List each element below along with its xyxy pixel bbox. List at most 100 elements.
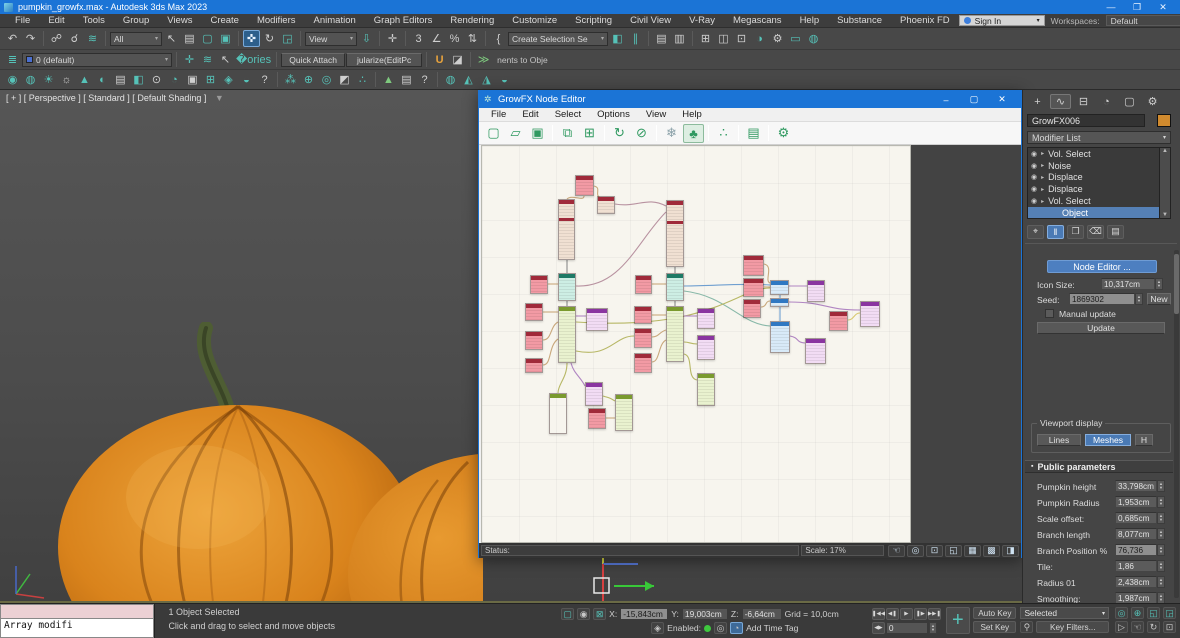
param-field-scale-offset-[interactable]: 0,685cm [1115, 512, 1157, 524]
graph-node-purple-31[interactable] [585, 382, 603, 406]
graph-node-teal-7[interactable] [666, 273, 684, 301]
save-icon[interactable]: ▣ [527, 124, 548, 143]
add-time-tag[interactable]: Add Time Tag [746, 623, 798, 633]
tab-hierarchy[interactable]: ⊟ [1073, 94, 1094, 109]
bind-spacewarp-icon[interactable]: ≋ [84, 30, 101, 47]
graph-node-tan-2[interactable] [597, 196, 615, 214]
close-button[interactable]: ✕ [1150, 2, 1176, 13]
param-field-radius-01[interactable]: 2,438cm [1115, 576, 1157, 588]
menu-graph-editors[interactable]: Graph Editors [365, 14, 442, 28]
next-frame-button[interactable]: ❚▶ [913, 608, 927, 620]
menu-animation[interactable]: Animation [305, 14, 365, 28]
graph-node-red-10[interactable] [743, 299, 761, 318]
y-coordinate-field[interactable]: 19,003cm [681, 608, 728, 620]
icon-size-field[interactable]: 10,317cm [1101, 278, 1155, 290]
vray-plane-icon[interactable]: ▲ [76, 71, 93, 88]
zoom-icon[interactable]: ◎ [1115, 607, 1128, 619]
percent-snap-icon[interactable]: % [446, 30, 463, 47]
stack-scrollbar[interactable]: ▲ ▼ [1159, 147, 1171, 219]
graph-node-red-32[interactable] [588, 408, 606, 429]
stack-item-vol-select[interactable]: ◉ ▸ Vol. Select [1028, 195, 1170, 207]
tab-utilities[interactable]: ⚙ [1142, 94, 1163, 109]
tab-display[interactable]: ▢ [1119, 94, 1140, 109]
dopesheet-icon[interactable]: ◎ [714, 622, 728, 634]
schematic-view-icon[interactable]: ⊡ [733, 30, 750, 47]
spinner-snap-icon[interactable]: ⇅ [464, 30, 481, 47]
seed-spinner[interactable]: ▲ ▼ [1135, 293, 1143, 305]
menu-views[interactable]: Views [158, 14, 201, 28]
param-field-branch-position-[interactable]: 76,736 [1115, 544, 1157, 556]
meshes-button[interactable]: Meshes [1085, 434, 1131, 446]
rotate-icon[interactable]: ↻ [261, 30, 278, 47]
phx-pot-icon[interactable]: ◒ [496, 71, 513, 88]
visibility-icon[interactable]: ◉ [1031, 197, 1037, 205]
visibility-icon[interactable]: ◉ [1031, 173, 1037, 181]
graph-node-tex-30[interactable] [549, 393, 567, 434]
param-spinner-radius-01[interactable]: ▲ ▼ [1157, 576, 1165, 588]
param-field-pumpkin-height[interactable]: 33,798cm [1115, 480, 1157, 492]
graph-nodes-icon[interactable]: ∴ [713, 124, 734, 143]
minimize-button[interactable]: — [1098, 2, 1124, 12]
graph-node-blue-13[interactable] [770, 321, 790, 353]
scene-explorer-icon[interactable]: ▤ [653, 30, 670, 47]
grow-list-icon[interactable]: ▤ [398, 71, 415, 88]
uvw-icon[interactable]: U [431, 51, 448, 68]
layer-stack-icon[interactable]: ≣ [4, 51, 21, 68]
graph-node-purple-16[interactable] [860, 301, 880, 327]
stack-item-vol-select[interactable]: ◉ ▸ Vol. Select [1028, 148, 1170, 160]
graph-node-red-21[interactable] [525, 358, 543, 373]
angle-snap-icon[interactable]: ∠ [428, 30, 445, 47]
stack-item-object[interactable]: Object [1028, 206, 1170, 218]
tree-view-icon[interactable]: ♣ [683, 123, 704, 143]
node-editor-button[interactable]: Node Editor ... [1047, 260, 1157, 273]
named-selection-dropdown[interactable]: Create Selection Se ▾ [508, 31, 608, 46]
set-key-button[interactable]: Set Key [973, 621, 1017, 633]
graph-node-red-8[interactable] [743, 255, 764, 276]
zoom-icon[interactable]: ◎ [907, 544, 924, 557]
ne-menu-view[interactable]: View [638, 108, 674, 122]
ne-menu-options[interactable]: Options [589, 108, 638, 122]
selection-lock-icon[interactable]: ◉ [577, 608, 591, 620]
vray-camera-lister-icon[interactable]: ◍ [22, 71, 39, 88]
graph-node-red-20[interactable] [525, 331, 543, 350]
panel-scrollbar[interactable] [1174, 250, 1179, 598]
expand-icon[interactable]: ▸ [1041, 174, 1044, 181]
sync-off-icon[interactable]: ⊘ [631, 124, 652, 143]
ne-close-button[interactable]: ✕ [988, 94, 1016, 105]
vray-camera-icon[interactable]: ◉ [4, 71, 21, 88]
pin-stack-icon[interactable]: ⌖ [1027, 224, 1044, 239]
zoom-extents-icon[interactable]: ◱ [1147, 607, 1160, 619]
select-layer-icon[interactable]: ↖ [217, 51, 234, 68]
mirror-icon[interactable]: ◧ [609, 30, 626, 47]
expand-icon[interactable]: ▸ [1041, 162, 1044, 169]
vray-denoise-icon[interactable]: ◈ [220, 71, 237, 88]
prev-frame-button[interactable]: ◀❚ [885, 608, 899, 620]
grid-toggle-icon[interactable]: ▦ [964, 544, 981, 557]
stack-item-noise[interactable]: ◉ ▸ Noise [1028, 160, 1170, 172]
mute-icon[interactable]: ◈ [651, 622, 665, 634]
vray-fb-icon[interactable]: ▣ [184, 71, 201, 88]
add-layer-icon[interactable]: ✛ [181, 51, 198, 68]
vray-sphere-icon[interactable]: ◔ [166, 71, 183, 88]
key-mode-icon[interactable]: ◀▶ [871, 622, 885, 634]
freeze-icon[interactable]: ❄ [661, 124, 682, 143]
listener-script-row[interactable]: Array modifi [0, 619, 155, 638]
grow-help-icon[interactable]: ? [416, 71, 433, 88]
undo-icon[interactable]: ↶ [4, 30, 21, 47]
copy-icon[interactable]: ⧉ [557, 124, 578, 143]
grow-tree-icon[interactable]: ▲ [380, 71, 397, 88]
menu-help[interactable]: Help [791, 14, 829, 28]
frame-spinner[interactable]: ▲ ▼ [928, 622, 937, 634]
param-spinner-pumpkin-radius[interactable]: ▲ ▼ [1157, 496, 1165, 508]
show-end-result-icon[interactable]: ‖ [1047, 224, 1064, 239]
scale-icon[interactable]: ◲ [279, 30, 296, 47]
workspace-dropdown[interactable]: Default ▾ [1105, 15, 1180, 26]
pan-hand-icon[interactable]: ☜ [888, 544, 905, 557]
public-parameters-rollout[interactable]: ▪ Public parameters [1025, 460, 1173, 473]
zoom-extents-all-icon[interactable]: ◲ [1163, 607, 1176, 619]
modifier-list-dropdown[interactable]: Modifier List ▾ [1027, 131, 1171, 144]
lines-button[interactable]: Lines [1037, 434, 1081, 446]
graph-node-red-0[interactable] [575, 175, 594, 196]
listener-macro-row[interactable] [0, 604, 155, 619]
update-button[interactable]: Update [1037, 322, 1165, 334]
